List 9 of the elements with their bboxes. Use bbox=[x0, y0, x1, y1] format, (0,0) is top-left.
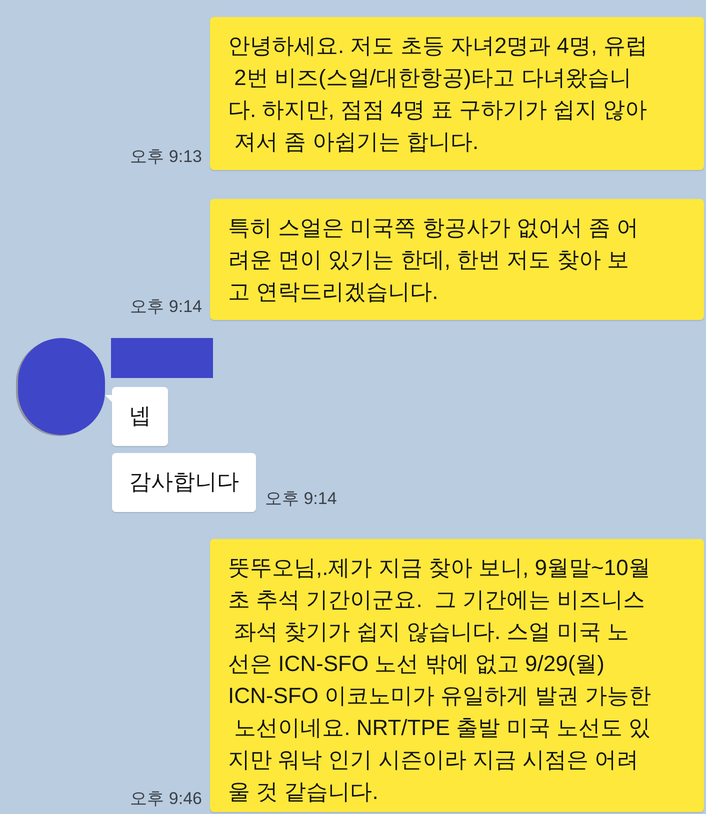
message-text: 안녕하세요. 저도 초등 자녀2명과 4명, 유럽 2번 비즈(스얼/대한항공)타고 다녀왔습니 다. 하지만, 점점 4명 표 구하기가 쉽지 않아 져서 좀 아쉽기는 합니다. bbox=[228, 32, 648, 156]
message-text: 특히 스얼은 미국쪽 항공사가 없어서 좀 어 려운 면이 있기는 한데, 한번 저도 찾아 보 고 연락드리겠습니다. bbox=[228, 214, 640, 306]
message-text: 넵 bbox=[129, 402, 151, 430]
message-time: 오후 9:46 bbox=[130, 789, 202, 809]
message-time: 오후 9:14 bbox=[265, 489, 337, 508]
message-text: 감사합니다 bbox=[129, 468, 239, 496]
message-text: 뚯뚜오님,.제가 지금 찾아 보니, 9월말~10월 초 추석 기간이군요. 그 기간에는 비즈니스 좌석 찾기가 쉽지 않습니다. 스얼 미국 노 선은 ICN-SFO 노선 밖에 없고 9/29(월) ICN-SFO 이코노미가 유일하게 발권 가능한 노선이네요. NRT/TPE 출발 미국 노선도 있 지만 워낙 인기 시즌이라 지금 시점은 어려 울 것 같습니다. bbox=[228, 554, 652, 806]
message-time: 오후 9:13 bbox=[130, 147, 202, 167]
message-time: 오후 9:14 bbox=[130, 297, 202, 317]
